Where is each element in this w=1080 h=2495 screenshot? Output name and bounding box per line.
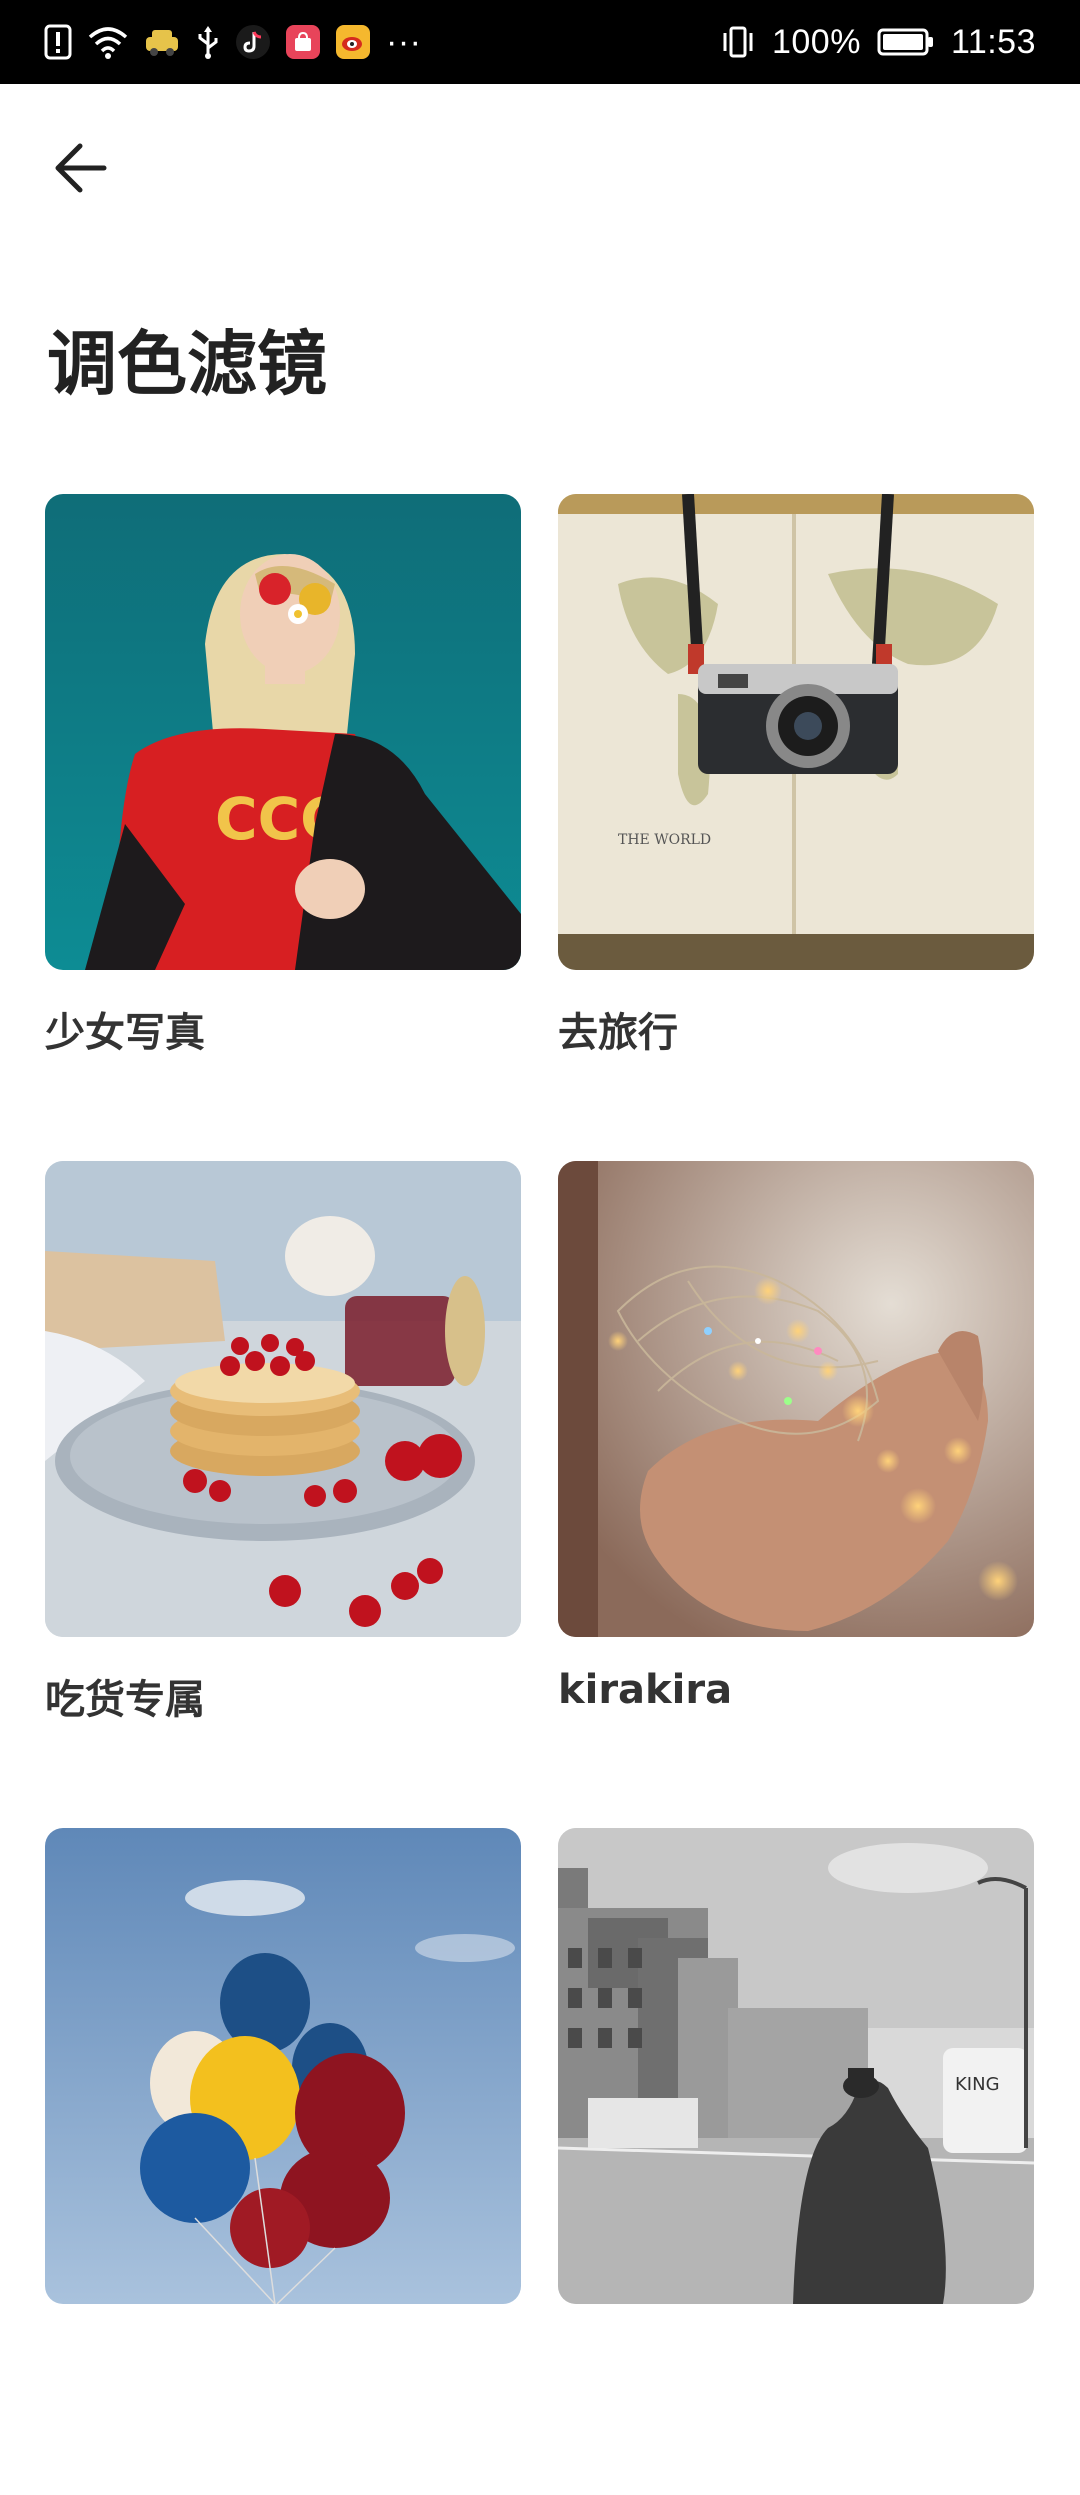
filter-grid: CCC 少女写真 THE WORLD 去旅行 吃货专属 kirakira KIN… xyxy=(45,494,1035,2495)
filter-card[interactable]: THE WORLD 去旅行 xyxy=(558,494,1034,1161)
back-button[interactable] xyxy=(40,128,120,208)
alert-icon xyxy=(44,24,72,60)
fairy-lights-in-hand-photo xyxy=(558,1161,1034,1637)
clock-time: 11:53 xyxy=(950,22,1036,61)
battery-icon xyxy=(877,24,935,60)
girl-with-sunglasses-photo: CCC xyxy=(45,494,521,970)
filter-card[interactable]: kirakira xyxy=(558,1161,1034,1828)
usb-icon xyxy=(196,24,220,60)
status-bar-notifications: ··· xyxy=(44,23,421,62)
filter-label: 少女写真 xyxy=(45,1010,205,1056)
filter-label: 去旅行 xyxy=(558,1010,678,1056)
filter-card[interactable]: KING xyxy=(558,1828,1034,2495)
filter-label: 吃货专属 xyxy=(45,1677,205,1723)
svg-text:THE WORLD: THE WORLD xyxy=(618,832,711,848)
camera-on-map-photo: THE WORLD xyxy=(558,494,1034,970)
filter-card[interactable] xyxy=(45,1828,521,2495)
svg-text:KING: KING xyxy=(955,2074,1000,2095)
battery-percent: 100% xyxy=(771,22,861,61)
more-notifications-indicator: ··· xyxy=(386,22,422,61)
taxi-app-icon xyxy=(144,24,180,60)
page-title: 调色滤镜 xyxy=(47,323,327,405)
filter-label: kirakira xyxy=(558,1667,733,1713)
street-black-white-photo: KING xyxy=(558,1828,1034,2304)
tiktok-app-icon xyxy=(236,25,270,59)
weibo-app-icon xyxy=(336,25,370,59)
pancakes-with-cherries-photo xyxy=(45,1161,521,1637)
shopping-app-icon xyxy=(286,25,320,59)
filter-card[interactable]: CCC 少女写真 xyxy=(45,494,521,1161)
status-bar-system: 100% 11:53 xyxy=(720,23,1036,62)
vibrate-icon xyxy=(720,24,756,60)
balloons-sky-photo xyxy=(45,1828,521,2304)
arrow-left-icon xyxy=(52,142,108,194)
wifi-icon xyxy=(88,24,128,60)
status-bar: ··· 100% 11:53 xyxy=(0,0,1080,84)
filter-card[interactable]: 吃货专属 xyxy=(45,1161,521,1828)
